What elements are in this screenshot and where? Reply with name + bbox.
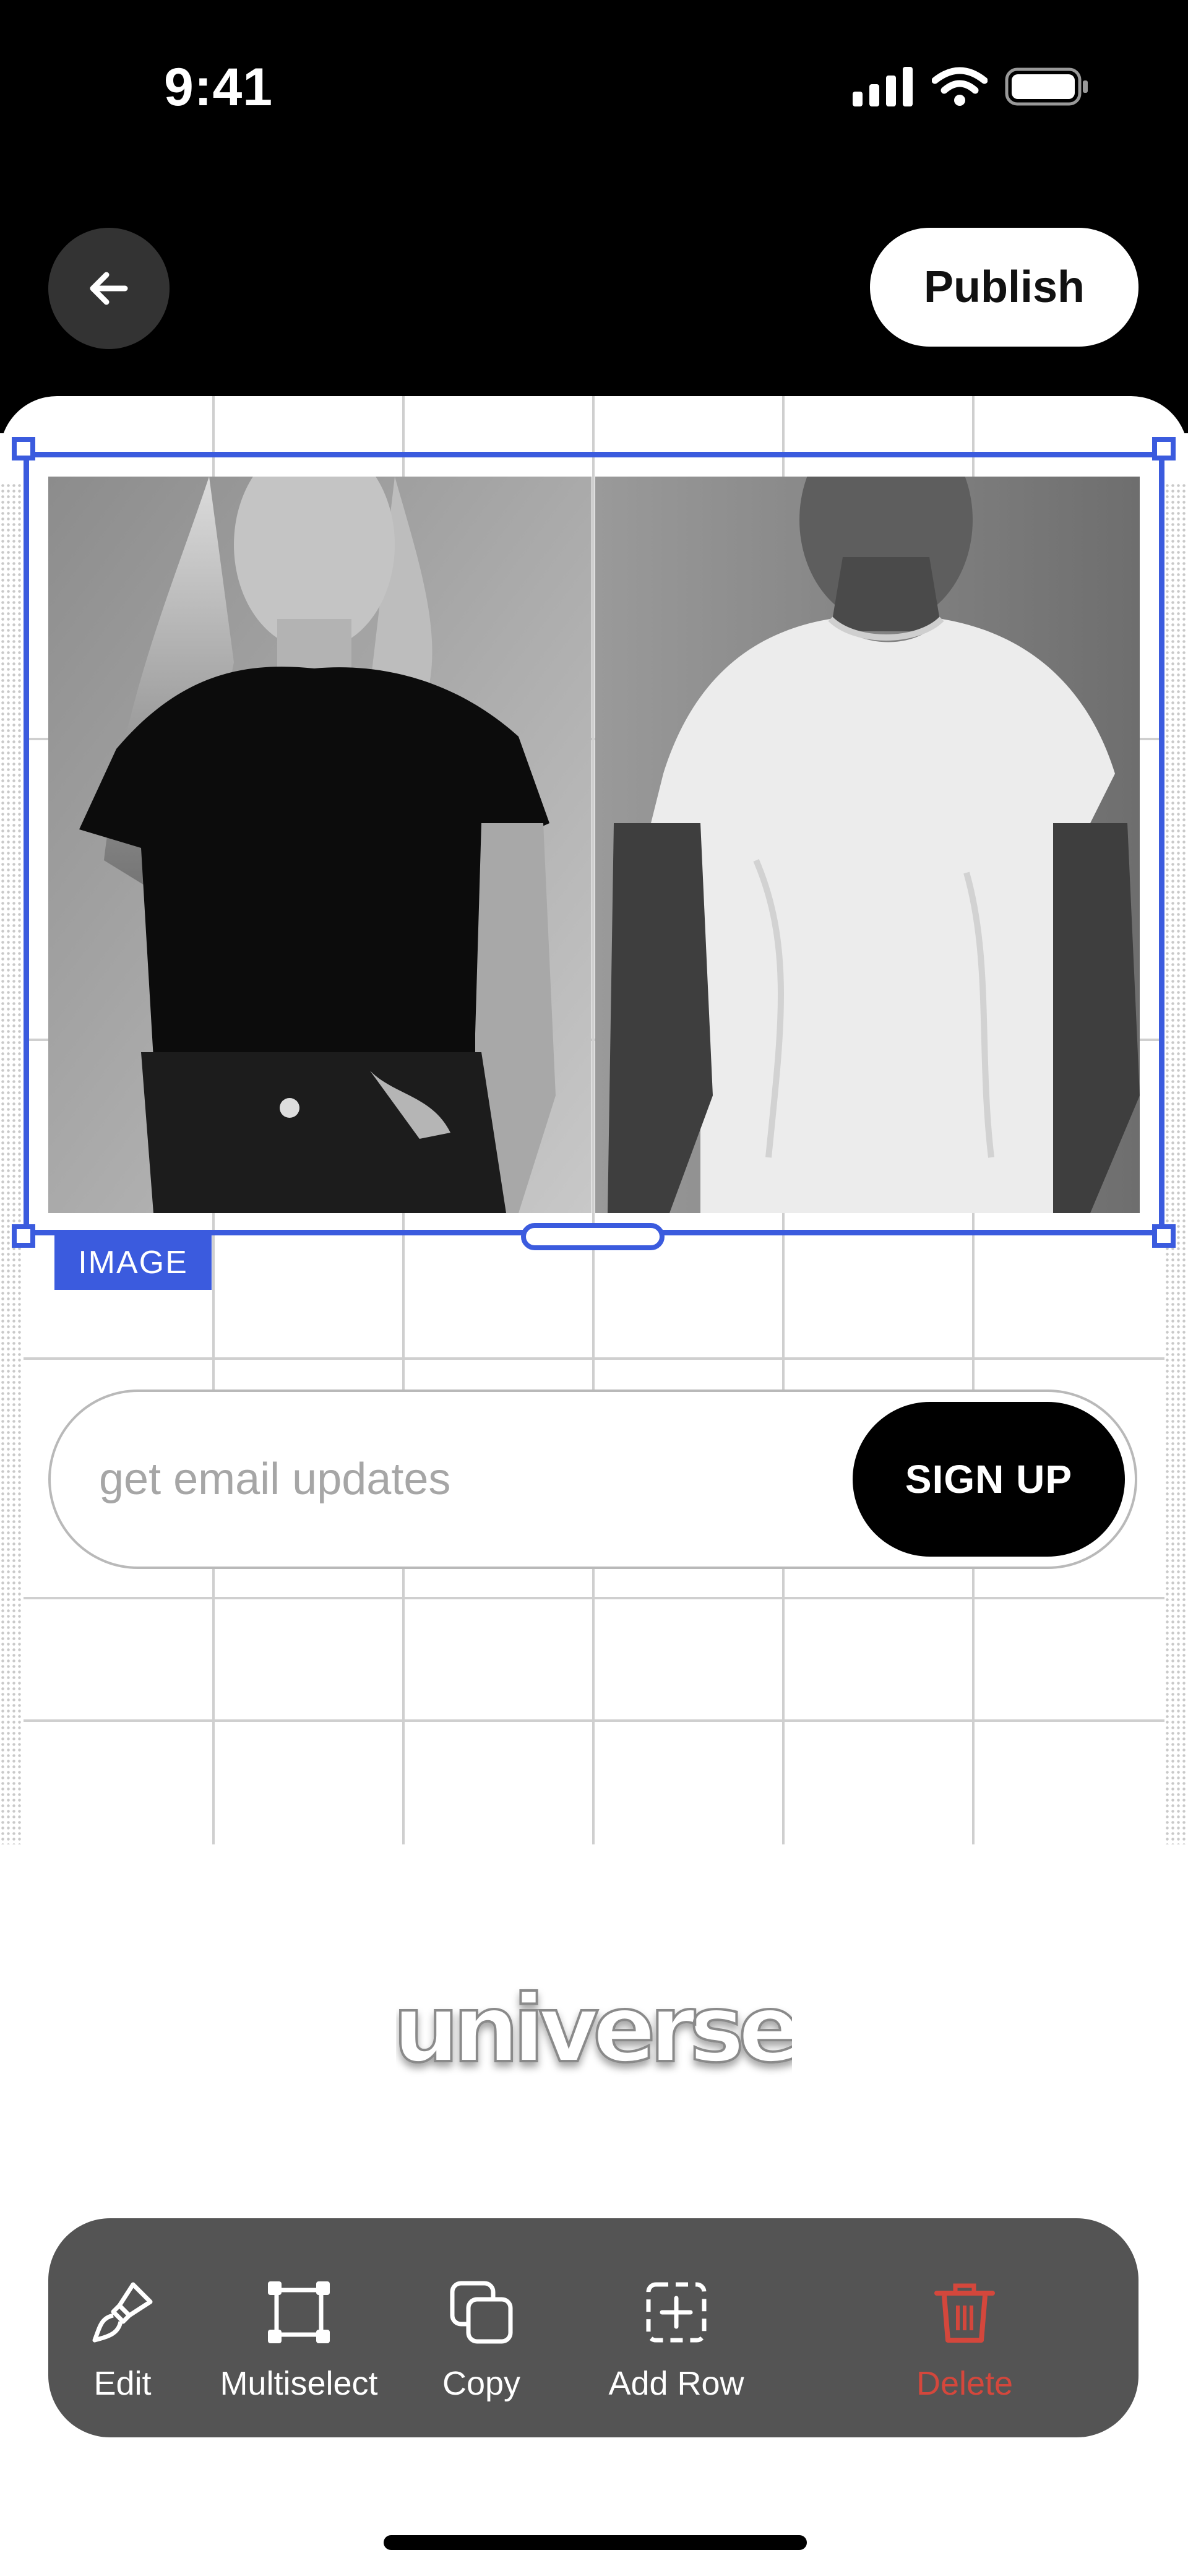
add-row-icon bbox=[646, 2282, 707, 2343]
multiselect-label: Multiselect bbox=[220, 2365, 378, 2402]
status-time: 9:41 bbox=[164, 58, 273, 117]
multiselect-icon bbox=[268, 2281, 330, 2343]
add-row-label: Add Row bbox=[608, 2365, 744, 2402]
resize-handle-bottom-right[interactable] bbox=[1152, 1224, 1176, 1248]
copy-icon bbox=[450, 2281, 513, 2344]
selection-frame bbox=[24, 452, 1164, 1235]
universe-logo: universe bbox=[396, 1974, 792, 2085]
battery-icon bbox=[1005, 67, 1088, 106]
bottom-toolbar: Edit Multiselect Copy Add Row Delete bbox=[48, 2218, 1138, 2437]
block-type-tag: IMAGE bbox=[54, 1235, 212, 1290]
cellular-signal-icon bbox=[853, 67, 913, 106]
arrow-left-icon bbox=[90, 272, 128, 305]
wifi-icon bbox=[932, 67, 988, 106]
resize-handle-bottom[interactable] bbox=[521, 1223, 665, 1250]
publish-button[interactable]: Publish bbox=[870, 228, 1138, 347]
home-indicator bbox=[384, 2535, 807, 2550]
edit-label: Edit bbox=[93, 2365, 152, 2402]
sign-up-button[interactable]: SIGN UP bbox=[853, 1402, 1125, 1557]
resize-handle-top-right[interactable] bbox=[1152, 437, 1176, 460]
back-button[interactable] bbox=[48, 228, 170, 349]
status-indicators bbox=[853, 62, 1089, 111]
delete-label: Delete bbox=[916, 2365, 1014, 2402]
resize-handle-bottom-left[interactable] bbox=[12, 1224, 35, 1248]
email-input[interactable]: get email updates bbox=[99, 1392, 450, 1567]
email-signup-form: get email updates SIGN UP bbox=[48, 1390, 1137, 1569]
edit-button[interactable]: Edit bbox=[48, 2218, 197, 2437]
copy-label: Copy bbox=[442, 2365, 521, 2402]
copy-button[interactable]: Copy bbox=[401, 2218, 562, 2437]
svg-text:universe: universe bbox=[396, 1976, 792, 2083]
add-row-button[interactable]: Add Row bbox=[562, 2218, 791, 2437]
paintbrush-icon bbox=[92, 2282, 153, 2343]
multiselect-button[interactable]: Multiselect bbox=[197, 2218, 401, 2437]
canvas-margin-left bbox=[0, 483, 24, 1844]
canvas-margin-right bbox=[1164, 483, 1188, 1844]
delete-button[interactable]: Delete bbox=[791, 2218, 1138, 2437]
resize-handle-top-left[interactable] bbox=[12, 437, 35, 460]
trash-icon bbox=[934, 2283, 995, 2343]
